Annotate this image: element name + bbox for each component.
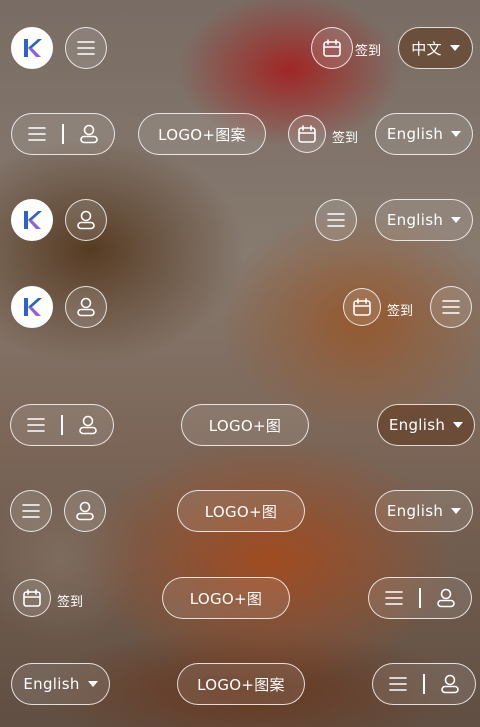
brand-logo[interactable] (11, 286, 53, 328)
sign-in-label[interactable]: 签到 (57, 591, 83, 610)
language-dropdown[interactable]: English (377, 404, 475, 446)
user-icon (77, 297, 95, 317)
user-button[interactable] (64, 490, 106, 532)
menu-user-group[interactable] (368, 577, 472, 619)
brand-logo-icon (24, 39, 42, 57)
sign-in-label[interactable]: 签到 (387, 300, 413, 319)
menu-button[interactable] (65, 27, 107, 69)
user-icon (77, 210, 95, 230)
language-label: English (386, 502, 444, 520)
user-button[interactable] (65, 199, 107, 241)
logo-placeholder[interactable]: LOGO+图案 (177, 663, 305, 705)
logo-placeholder[interactable]: LOGO+图 (177, 490, 305, 532)
user-icon[interactable] (440, 674, 459, 694)
language-label: 中文 (411, 39, 442, 58)
menu-user-group[interactable] (11, 113, 115, 155)
sign-in-button[interactable] (13, 579, 51, 617)
menu-button[interactable] (10, 490, 52, 532)
sign-in-label[interactable]: 签到 (355, 40, 381, 59)
menu-button[interactable] (430, 286, 472, 328)
language-label: English (386, 211, 444, 229)
language-label: English (386, 125, 444, 143)
menu-icon[interactable] (389, 677, 408, 691)
sign-in-button[interactable] (288, 115, 326, 153)
calendar-icon (298, 125, 316, 143)
caret-down-icon (451, 508, 462, 514)
caret-down-icon (451, 131, 462, 137)
logo-label: LOGO+图案 (158, 125, 246, 144)
menu-icon[interactable] (385, 591, 404, 605)
logo-label: LOGO+图 (208, 416, 282, 435)
brand-logo-icon (24, 211, 42, 229)
brand-logo-icon (24, 298, 42, 316)
calendar-icon (353, 298, 371, 316)
user-button[interactable] (65, 286, 107, 328)
menu-icon (77, 41, 95, 55)
menu-icon[interactable] (28, 127, 47, 141)
caret-down-icon (451, 217, 462, 223)
logo-label: LOGO+图 (204, 502, 278, 521)
language-dropdown[interactable]: English (11, 663, 110, 705)
menu-icon (327, 213, 345, 227)
logo-label: LOGO+图案 (197, 675, 285, 694)
language-dropdown[interactable]: English (375, 490, 473, 532)
caret-down-icon (453, 422, 464, 428)
divider (423, 674, 425, 694)
logo-placeholder[interactable]: LOGO+图 (162, 577, 290, 619)
divider (419, 588, 421, 608)
language-dropdown[interactable]: English (375, 199, 473, 241)
user-icon[interactable] (79, 124, 98, 144)
sign-in-button[interactable] (343, 288, 381, 326)
sign-in-label[interactable]: 签到 (332, 127, 358, 146)
logo-label: LOGO+图 (189, 589, 263, 608)
user-icon[interactable] (436, 588, 455, 608)
user-icon[interactable] (78, 415, 97, 435)
caret-down-icon (449, 45, 460, 51)
menu-icon[interactable] (27, 418, 46, 432)
language-dropdown[interactable]: 中文 (398, 27, 473, 69)
menu-user-group[interactable] (372, 663, 476, 705)
calendar-icon (23, 589, 41, 607)
language-label: English (23, 675, 80, 693)
logo-placeholder[interactable]: LOGO+图案 (138, 113, 266, 155)
user-icon (76, 501, 94, 521)
divider (61, 415, 63, 435)
calendar-icon (323, 39, 341, 57)
menu-icon (22, 504, 40, 518)
caret-down-icon (87, 681, 98, 687)
logo-placeholder[interactable]: LOGO+图 (181, 404, 309, 446)
language-dropdown[interactable]: English (375, 113, 473, 155)
language-label: English (388, 416, 446, 434)
brand-logo[interactable] (11, 199, 53, 241)
menu-user-group[interactable] (10, 404, 114, 446)
menu-icon (442, 300, 460, 314)
menu-button[interactable] (315, 199, 357, 241)
brand-logo[interactable] (11, 27, 53, 69)
sign-in-button[interactable] (311, 27, 353, 69)
divider (62, 124, 64, 144)
